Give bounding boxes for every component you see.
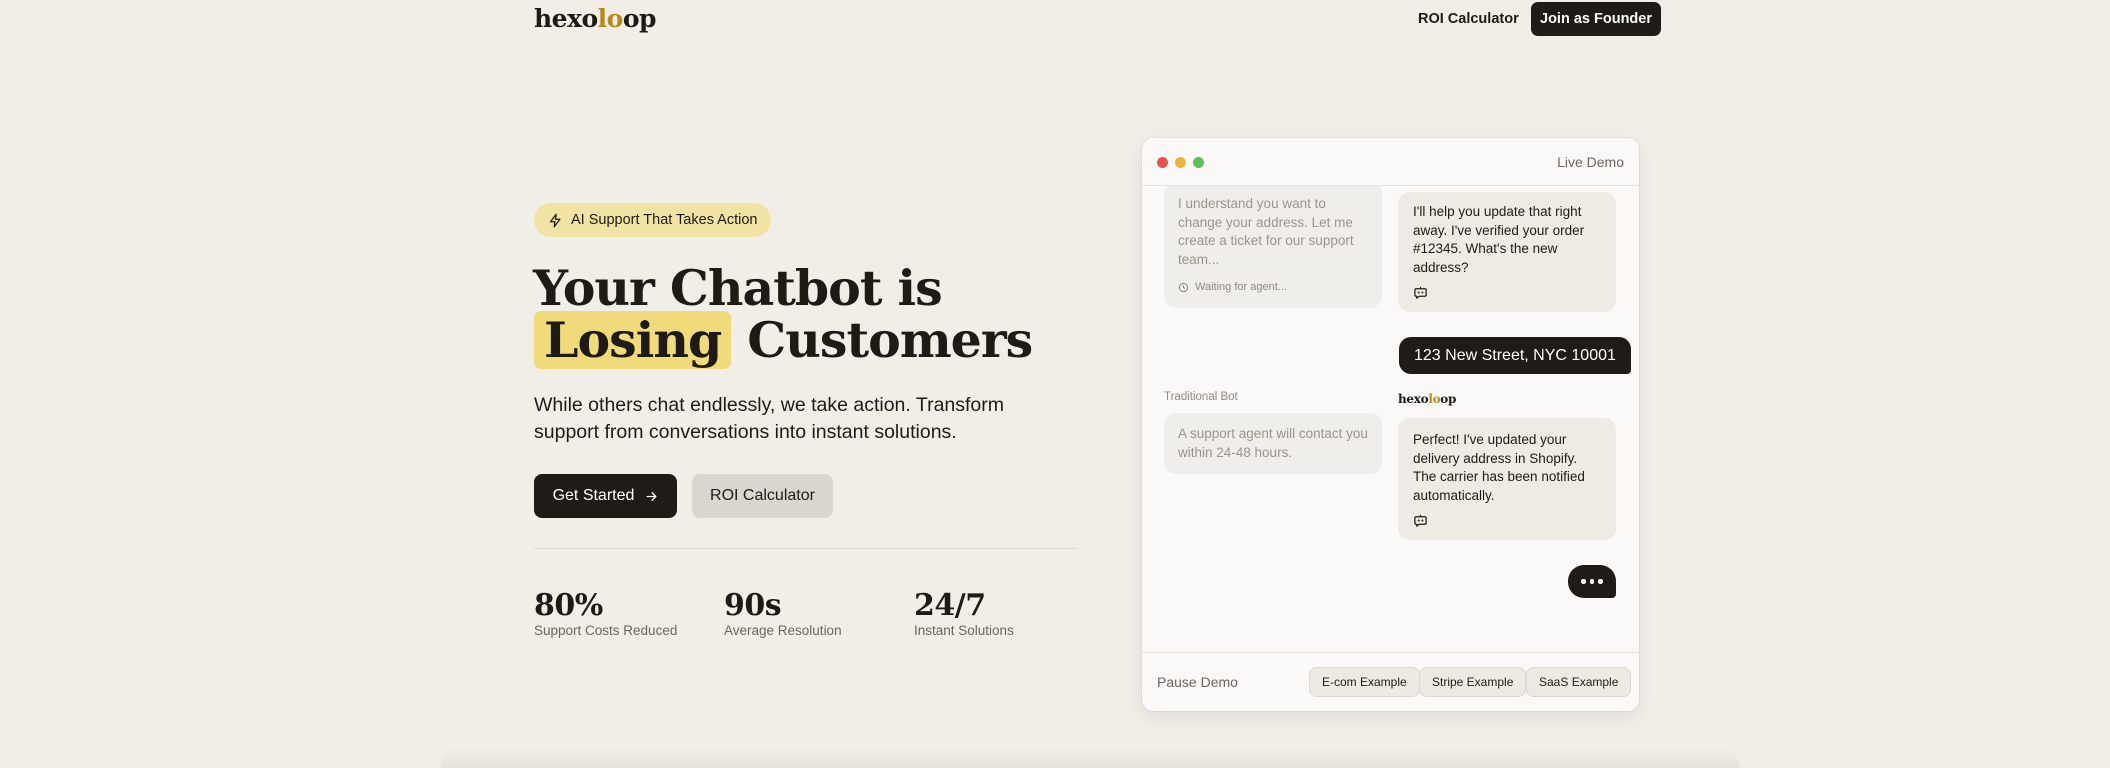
- demo-title: Live Demo: [1557, 154, 1624, 170]
- saas-example-button[interactable]: SaaS Example: [1526, 667, 1632, 697]
- live-demo-window: Live Demo I understand you want to chang…: [1142, 138, 1639, 711]
- join-as-founder-button[interactable]: Join as Founder: [1531, 2, 1661, 36]
- stat-average-resolution: 90s Average Resolution: [724, 588, 842, 639]
- bot-icon: [1414, 514, 1427, 527]
- stripe-example-button[interactable]: Stripe Example: [1419, 667, 1527, 697]
- nav-roi-calculator-link[interactable]: ROI Calculator: [1418, 11, 1519, 27]
- hexoloop-bot-message: Perfect! I've updated your delivery addr…: [1398, 418, 1616, 540]
- stat-label: Average Resolution: [724, 623, 842, 638]
- message-text: A support agent will contact you within …: [1178, 426, 1368, 460]
- hero-headline: Your Chatbot is Losing Customers: [533, 259, 1093, 369]
- stat-value: 90s: [724, 588, 782, 623]
- headline-rest: Customers: [747, 311, 1033, 369]
- message-text: I understand you want to change your add…: [1178, 196, 1354, 267]
- landing-page: hexoloop ROI Calculator Join as Founder …: [0, 0, 2110, 768]
- hexoloop-label: hexoloop: [1398, 392, 1457, 406]
- stat-label: Support Costs Reduced: [534, 623, 678, 638]
- stat-support-costs: 80% Support Costs Reduced: [534, 588, 678, 639]
- logo[interactable]: hexoloop: [534, 4, 657, 33]
- hero-subtext: While others chat endlessly, we take act…: [534, 394, 1005, 443]
- get-started-label: Get Started: [552, 487, 635, 504]
- clock-icon: [1178, 282, 1189, 292]
- traditional-bot-message: I understand you want to change your add…: [1164, 182, 1382, 308]
- roi-calculator-button[interactable]: ROI Calculator: [692, 474, 833, 518]
- arrow-right-icon: [646, 491, 657, 501]
- window-minimize-dot: [1175, 157, 1186, 168]
- bot-icon: [1414, 286, 1427, 299]
- hero-badge: AI Support That Takes Action: [534, 203, 772, 237]
- user-message: 123 New Street, NYC 10001: [1399, 337, 1631, 374]
- typing-indicator: [1568, 565, 1616, 598]
- message-text: Perfect! I've updated your delivery addr…: [1413, 432, 1585, 503]
- stat-label: Instant Solutions: [914, 623, 1014, 638]
- traditional-bot-label: Traditional Bot: [1164, 391, 1238, 403]
- message-text: I'll help you update that right away. I'…: [1413, 204, 1585, 275]
- get-started-button[interactable]: Get Started: [534, 474, 677, 518]
- hero-badge-text: AI Support That Takes Action: [571, 212, 758, 228]
- waiting-status: Waiting for agent...: [1178, 278, 1368, 297]
- hero-divider: [534, 548, 1076, 549]
- ecom-example-button[interactable]: E-com Example: [1309, 667, 1420, 697]
- stat-instant-solutions: 24/7 Instant Solutions: [914, 588, 1014, 639]
- window-close-dot: [1157, 157, 1168, 168]
- headline-highlight: Losing: [534, 311, 732, 369]
- demo-window-header: Live Demo: [1142, 138, 1639, 186]
- stat-value: 24/7: [914, 588, 986, 623]
- lightning-icon: [549, 213, 561, 227]
- pause-demo-button[interactable]: Pause Demo: [1157, 674, 1238, 690]
- waiting-text: Waiting for agent...: [1195, 281, 1287, 293]
- typing-dot: [1598, 579, 1603, 584]
- hexoloop-bot-message: I'll help you update that right away. I'…: [1398, 192, 1616, 312]
- typing-dot: [1589, 579, 1595, 584]
- headline-line1: Your Chatbot is: [533, 259, 943, 317]
- typing-dot: [1581, 579, 1586, 584]
- stat-value: 80%: [534, 588, 603, 623]
- demo-footer: Pause Demo E-com Example Stripe Example …: [1142, 652, 1639, 711]
- next-section-edge: [440, 748, 1740, 768]
- traditional-bot-message: A support agent will contact you within …: [1164, 413, 1382, 474]
- window-maximize-dot: [1193, 157, 1204, 168]
